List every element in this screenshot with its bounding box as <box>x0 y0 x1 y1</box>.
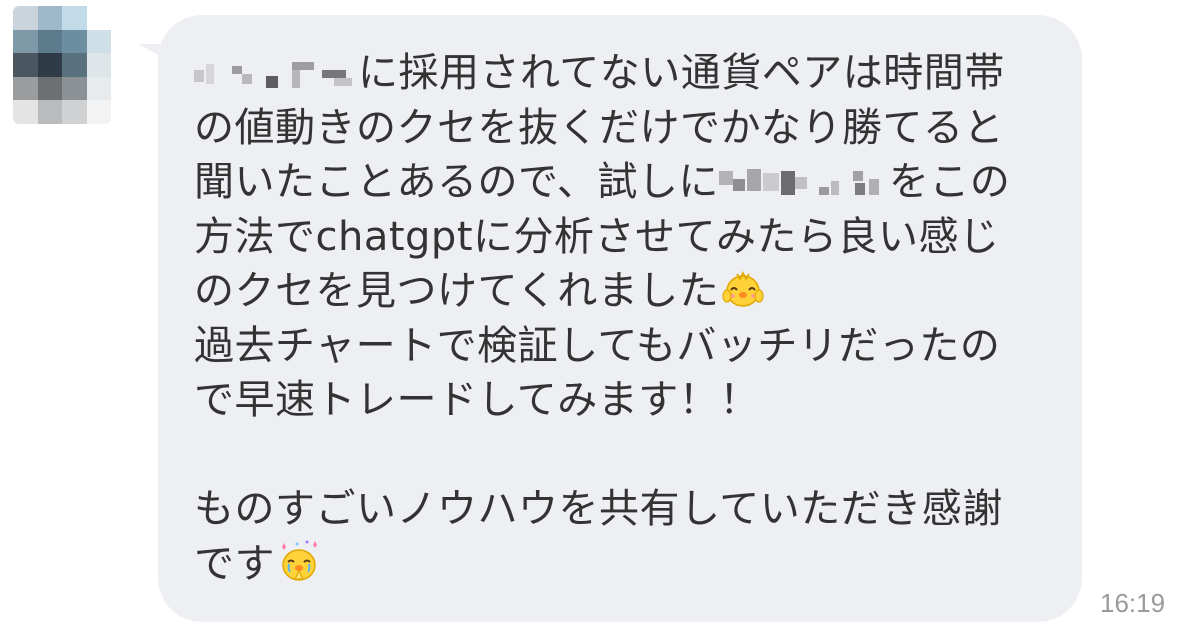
message-line-6: 過去チャートで検証してもバッチリだったの <box>194 322 1001 369</box>
message-timestamp: 16:19 <box>1100 588 1166 618</box>
message-text: です <box>194 540 275 587</box>
message-text: に採用されてない通貨ペアは時間帯 <box>358 50 1005 96</box>
message-line-9: です <box>194 537 1082 592</box>
message-line-7: で早速トレードしてみます！！ <box>194 377 760 423</box>
blurred-text <box>194 56 358 90</box>
message-line-1: に採用されてない通貨ペアは時間帯 <box>194 46 1082 101</box>
message-line-2: の値動きのクセを抜くだけでかなり勝てると <box>194 104 1004 151</box>
message-line-3: 聞いたことあるので、試しに をこの <box>194 155 1082 210</box>
chat-message-row: に採用されてない通貨ペアは時間帯 の値動きのクセを抜くだけでかなり勝てると 聞い… <box>0 0 1200 641</box>
chick-praying-emoji <box>282 540 317 581</box>
message-text: のクセを見つけてくれました <box>194 268 720 314</box>
message-line-8: ものすごいノウハウを共有していただき感謝 <box>194 486 1003 532</box>
message-text: 聞いたことあるので、試しに <box>194 159 719 205</box>
blurred-text <box>718 165 889 199</box>
message-line-5: のクセを見つけてくれました <box>194 264 1082 319</box>
chick-happy-emoji <box>722 270 764 307</box>
message-line-4: 方法でchatgptに分析させてみたら良い感じ <box>194 213 1000 260</box>
avatar[interactable] <box>13 6 111 124</box>
message-text: をこの <box>888 159 1011 205</box>
message-bubble[interactable]: に採用されてない通貨ペアは時間帯 の値動きのクセを抜くだけでかなり勝てると 聞い… <box>158 15 1082 622</box>
